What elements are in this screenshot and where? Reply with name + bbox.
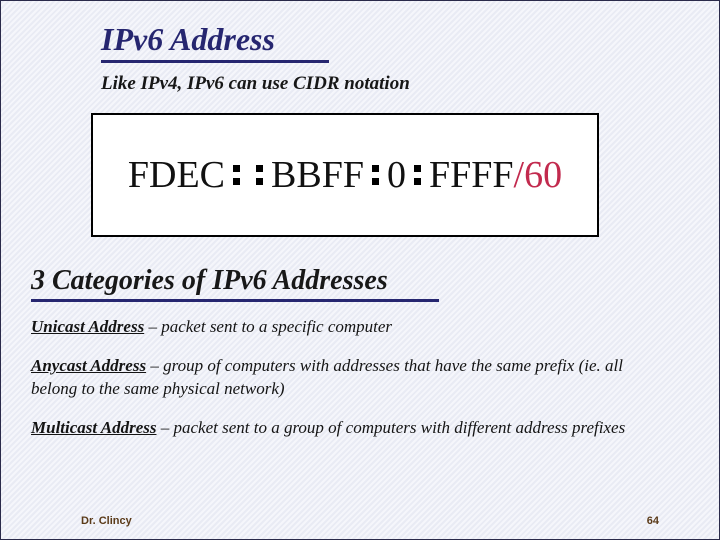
category-term: Anycast Address [31, 356, 146, 375]
category-anycast: Anycast Address – group of computers wit… [31, 355, 669, 401]
categories-heading: 3 Categories of IPv6 Addresses [31, 265, 439, 302]
slide-title: IPv6 Address [101, 21, 329, 63]
addr-group-4: FFFF [429, 153, 514, 197]
addr-cidr: /60 [514, 153, 563, 197]
colon-icon [414, 162, 421, 188]
ipv6-address-box: FDEC BBFF 0 FFFF /60 [91, 113, 599, 237]
addr-group-2: BBFF [271, 153, 364, 197]
colon-icon [256, 162, 263, 188]
colon-icon [372, 162, 379, 188]
category-multicast: Multicast Address – packet sent to a gro… [31, 417, 669, 440]
colon-icon [233, 162, 240, 188]
addr-group-3: 0 [387, 153, 406, 197]
category-term: Multicast Address [31, 418, 156, 437]
category-desc: – packet sent to a group of computers wi… [156, 418, 625, 437]
category-term: Unicast Address [31, 317, 144, 336]
slide: IPv6 Address Like IPv4, IPv6 can use CID… [1, 1, 719, 539]
footer: Dr. Clincy 64 [1, 515, 719, 527]
footer-author: Dr. Clincy [81, 515, 132, 527]
category-unicast: Unicast Address – packet sent to a speci… [31, 316, 669, 339]
slide-subtitle: Like IPv4, IPv6 can use CIDR notation [101, 73, 689, 95]
category-desc: – packet sent to a specific computer [144, 317, 392, 336]
addr-group-1: FDEC [128, 153, 225, 197]
footer-page-number: 64 [647, 515, 659, 527]
